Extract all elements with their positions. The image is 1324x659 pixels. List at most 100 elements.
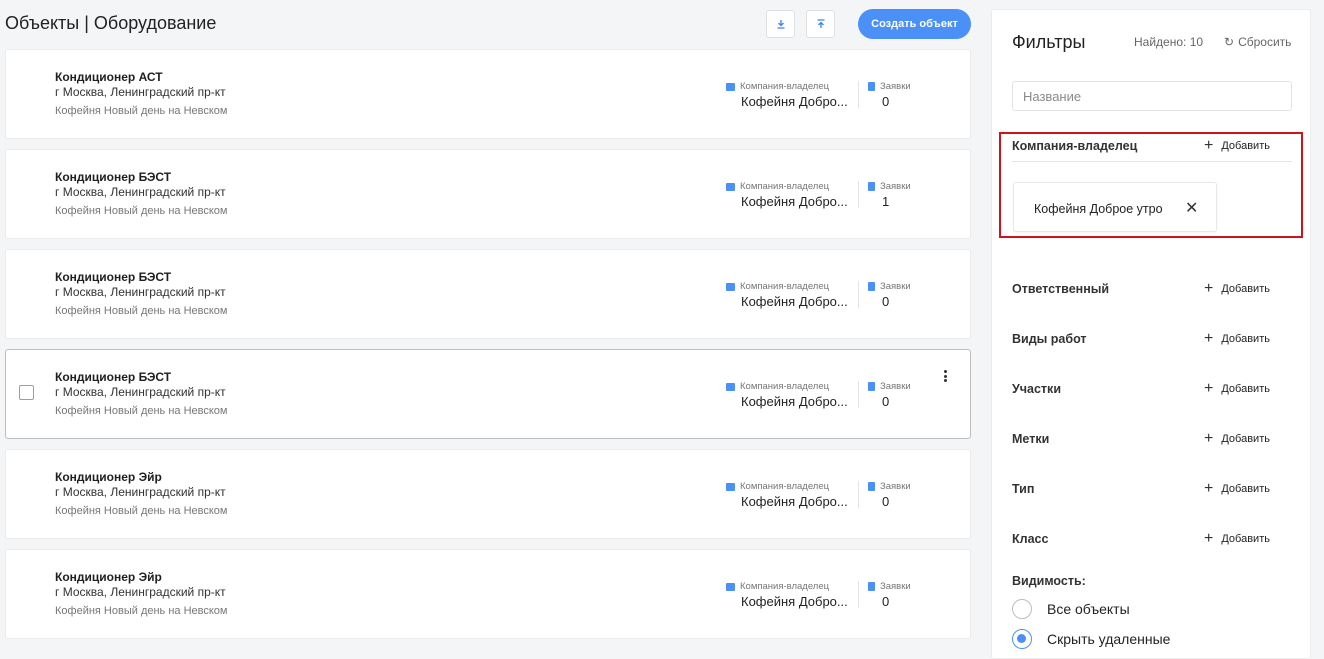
type-label: Тип [1012, 482, 1035, 496]
owner-value: Кофейня Добро... [741, 294, 848, 309]
select-checkbox[interactable] [19, 385, 34, 400]
add-label: Добавить [1221, 140, 1270, 152]
upload-icon [817, 19, 824, 28]
add-owner-button[interactable]: + Добавить [1204, 138, 1270, 154]
responsible-label: Ответственный [1012, 282, 1110, 296]
card-title[interactable]: Кондиционер БЭСТ [55, 270, 171, 284]
add-type-button[interactable]: + Добавить [1204, 481, 1270, 497]
card-address: г Москва, Ленинградский пр-кт [55, 485, 226, 499]
owner-label: Компания-владелец [740, 581, 830, 592]
card-company: Кофейня Новый день на Невском [55, 105, 228, 117]
radio-button[interactable] [1012, 599, 1032, 619]
requests-block: Заявки 0 [868, 381, 928, 409]
divider [858, 181, 859, 208]
plus-icon: + [1204, 280, 1214, 297]
object-card-hovered[interactable]: Кондиционер БЭСТ г Москва, Ленинградский… [5, 349, 971, 439]
plus-icon: + [1204, 380, 1214, 397]
radio-button-checked[interactable] [1012, 629, 1032, 649]
owner-value: Кофейня Добро... [741, 594, 848, 609]
more-options-icon[interactable] [940, 368, 950, 384]
briefcase-icon [726, 82, 735, 91]
object-card[interactable]: Кондиционер БЭСТ г Москва, Ленинградский… [5, 249, 971, 339]
requests-block: Заявки 0 [868, 581, 928, 609]
clipboard-icon [868, 282, 875, 291]
close-icon[interactable]: ✕ [1185, 198, 1198, 218]
name-search-input[interactable] [1012, 81, 1292, 111]
requests-block: Заявки 0 [868, 81, 928, 109]
owner-company-label: Компания-владелец [1012, 139, 1138, 153]
requests-label: Заявки [880, 381, 911, 392]
add-label: Добавить [1221, 433, 1270, 445]
object-card[interactable]: Кондиционер АСТ г Москва, Ленинградский … [5, 49, 971, 139]
add-responsible-button[interactable]: + Добавить [1204, 281, 1270, 297]
add-label: Добавить [1221, 333, 1270, 345]
page-header: Объекты | Оборудование Создать объект [0, 0, 980, 48]
card-title[interactable]: Кондиционер БЭСТ [55, 170, 171, 184]
plus-icon: + [1204, 137, 1214, 154]
briefcase-icon [726, 582, 735, 591]
add-class-button[interactable]: + Добавить [1204, 531, 1270, 547]
requests-block: Заявки 0 [868, 481, 928, 509]
owner-value: Кофейня Добро... [741, 194, 848, 209]
upload-button[interactable] [806, 10, 835, 38]
add-work-types-button[interactable]: + Добавить [1204, 331, 1270, 347]
download-button[interactable] [766, 10, 795, 38]
card-title[interactable]: Кондиционер БЭСТ [55, 370, 171, 384]
radio-all-objects[interactable]: Все объекты [1012, 599, 1130, 619]
add-label: Добавить [1221, 383, 1270, 395]
requests-count: 0 [882, 94, 890, 109]
requests-label: Заявки [880, 481, 911, 492]
card-company: Кофейня Новый день на Невском [55, 405, 228, 417]
divider [858, 81, 859, 108]
owner-value: Кофейня Добро... [741, 394, 848, 409]
owner-label: Компания-владелец [740, 181, 830, 192]
create-object-button[interactable]: Создать объект [858, 9, 971, 39]
owner-block: Компания-владелец Кофейня Добро... [726, 581, 854, 609]
object-card[interactable]: Кондиционер Эйр г Москва, Ленинградский … [5, 549, 971, 639]
filters-title: Фильтры [1012, 32, 1086, 52]
reset-button[interactable]: ↻ Сбросить [1224, 35, 1291, 49]
owner-label: Компания-владелец [740, 281, 830, 292]
card-title[interactable]: Кондиционер Эйр [55, 570, 162, 584]
requests-label: Заявки [880, 281, 911, 292]
divider [858, 581, 859, 608]
card-company: Кофейня Новый день на Невском [55, 505, 228, 517]
add-label: Добавить [1221, 533, 1270, 545]
owner-label: Компания-владелец [740, 381, 830, 392]
reset-label: Сбросить [1238, 35, 1292, 49]
plus-icon: + [1204, 330, 1214, 347]
card-address: г Москва, Ленинградский пр-кт [55, 285, 226, 299]
selected-filter-chip: Кофейня Доброе утро ✕ [1013, 182, 1217, 232]
download-icon [777, 20, 784, 29]
filters-panel: Фильтры Найдено: 10 ↻ Сбросить Компания-… [991, 9, 1311, 659]
plus-icon: + [1204, 530, 1214, 547]
radio-label: Скрыть удаленные [1047, 631, 1171, 647]
briefcase-icon [726, 182, 735, 191]
objects-main: Объекты | Оборудование Создать объект Ко… [0, 0, 980, 651]
requests-count: 1 [882, 194, 890, 209]
owner-block: Компания-владелец Кофейня Добро... [726, 381, 854, 409]
radio-hide-deleted[interactable]: Скрыть удаленные [1012, 629, 1170, 649]
object-card[interactable]: Кондиционер Эйр г Москва, Ленинградский … [5, 449, 971, 539]
card-company: Кофейня Новый день на Невском [55, 605, 228, 617]
radio-label: Все объекты [1047, 601, 1130, 617]
object-card[interactable]: Кондиционер БЭСТ г Москва, Ленинградский… [5, 149, 971, 239]
card-title[interactable]: Кондиционер АСТ [55, 70, 163, 84]
card-address: г Москва, Ленинградский пр-кт [55, 385, 226, 399]
requests-label: Заявки [880, 581, 911, 592]
clipboard-icon [868, 82, 875, 91]
card-address: г Москва, Ленинградский пр-кт [55, 585, 226, 599]
requests-block: Заявки 1 [868, 181, 928, 209]
briefcase-icon [726, 382, 735, 391]
card-title[interactable]: Кондиционер Эйр [55, 470, 162, 484]
owner-block: Компания-владелец Кофейня Добро... [726, 281, 854, 309]
owner-label: Компания-владелец [740, 81, 830, 92]
add-tags-button[interactable]: + Добавить [1204, 431, 1270, 447]
class-label: Класс [1012, 532, 1049, 546]
divider [858, 381, 859, 408]
add-sites-button[interactable]: + Добавить [1204, 381, 1270, 397]
requests-label: Заявки [880, 81, 911, 92]
owner-block: Компания-владелец Кофейня Добро... [726, 481, 854, 509]
card-address: г Москва, Ленинградский пр-кт [55, 185, 226, 199]
requests-count: 0 [882, 394, 890, 409]
